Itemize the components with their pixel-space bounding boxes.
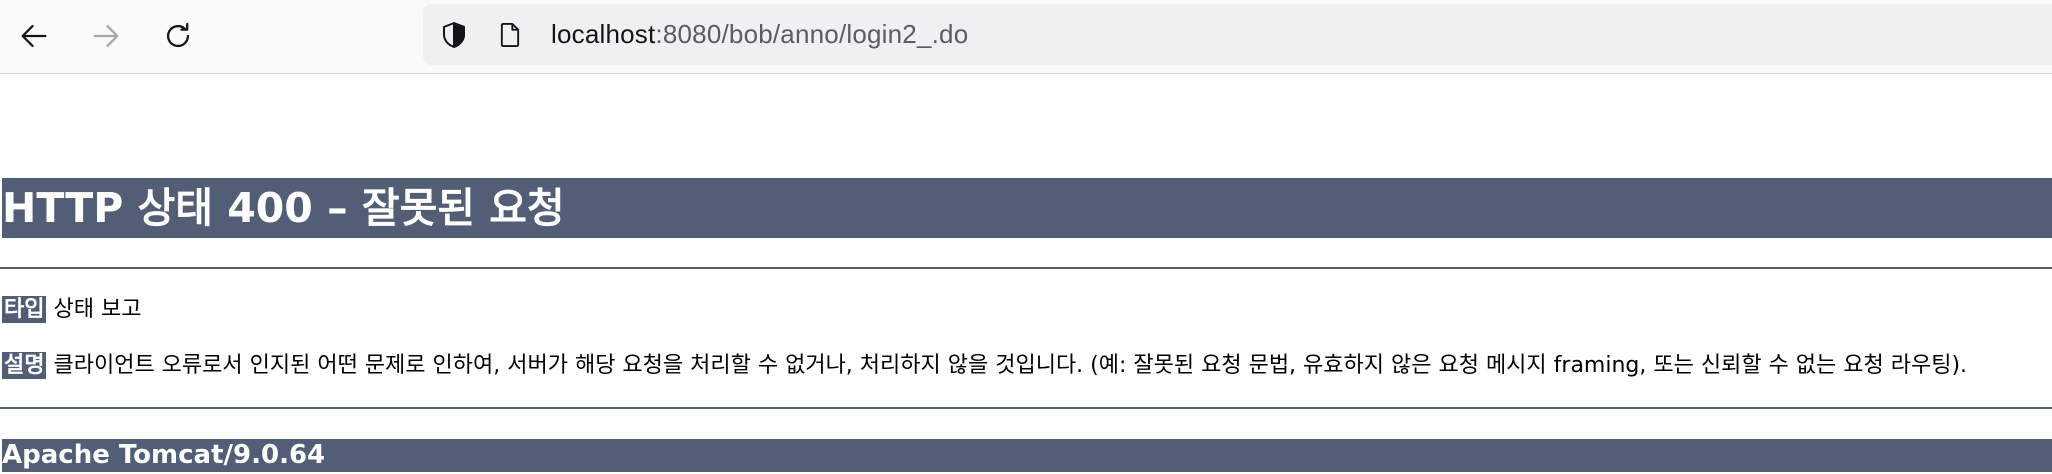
description-row: 설명 클라이언트 오류로서 인지된 어떤 문제로 인하여, 서버가 해당 요청을… xyxy=(2,351,1967,381)
forward-button[interactable] xyxy=(84,14,128,58)
browser-toolbar: localhost:8080/bob/anno/login2_.do xyxy=(0,0,2052,74)
page-title: HTTP 상태 400 – 잘못된 요청 xyxy=(2,178,2052,238)
page-icon[interactable] xyxy=(493,18,527,52)
type-value: 상태 보고 xyxy=(53,297,142,322)
back-arrow-icon xyxy=(21,24,47,48)
url-text[interactable]: localhost:8080/bob/anno/login2_.do xyxy=(551,19,968,50)
address-bar[interactable]: localhost:8080/bob/anno/login2_.do xyxy=(423,4,2052,65)
reload-icon xyxy=(166,22,190,48)
description-label: 설명 xyxy=(2,352,47,379)
divider xyxy=(0,267,2052,269)
forward-arrow-icon xyxy=(93,24,119,48)
back-button[interactable] xyxy=(12,14,56,58)
url-host: localhost xyxy=(551,19,656,49)
divider xyxy=(0,407,2052,409)
description-value: 클라이언트 오류로서 인지된 어떤 문제로 인하여, 서버가 해당 요청을 처리… xyxy=(53,353,1968,378)
url-path: :8080/bob/anno/login2_.do xyxy=(655,19,969,49)
server-info: Apache Tomcat/9.0.64 xyxy=(2,439,2052,472)
reload-button[interactable] xyxy=(156,14,200,58)
shield-icon[interactable] xyxy=(437,18,471,52)
type-label: 타입 xyxy=(2,296,47,323)
type-row: 타입 상태 보고 xyxy=(2,295,141,325)
